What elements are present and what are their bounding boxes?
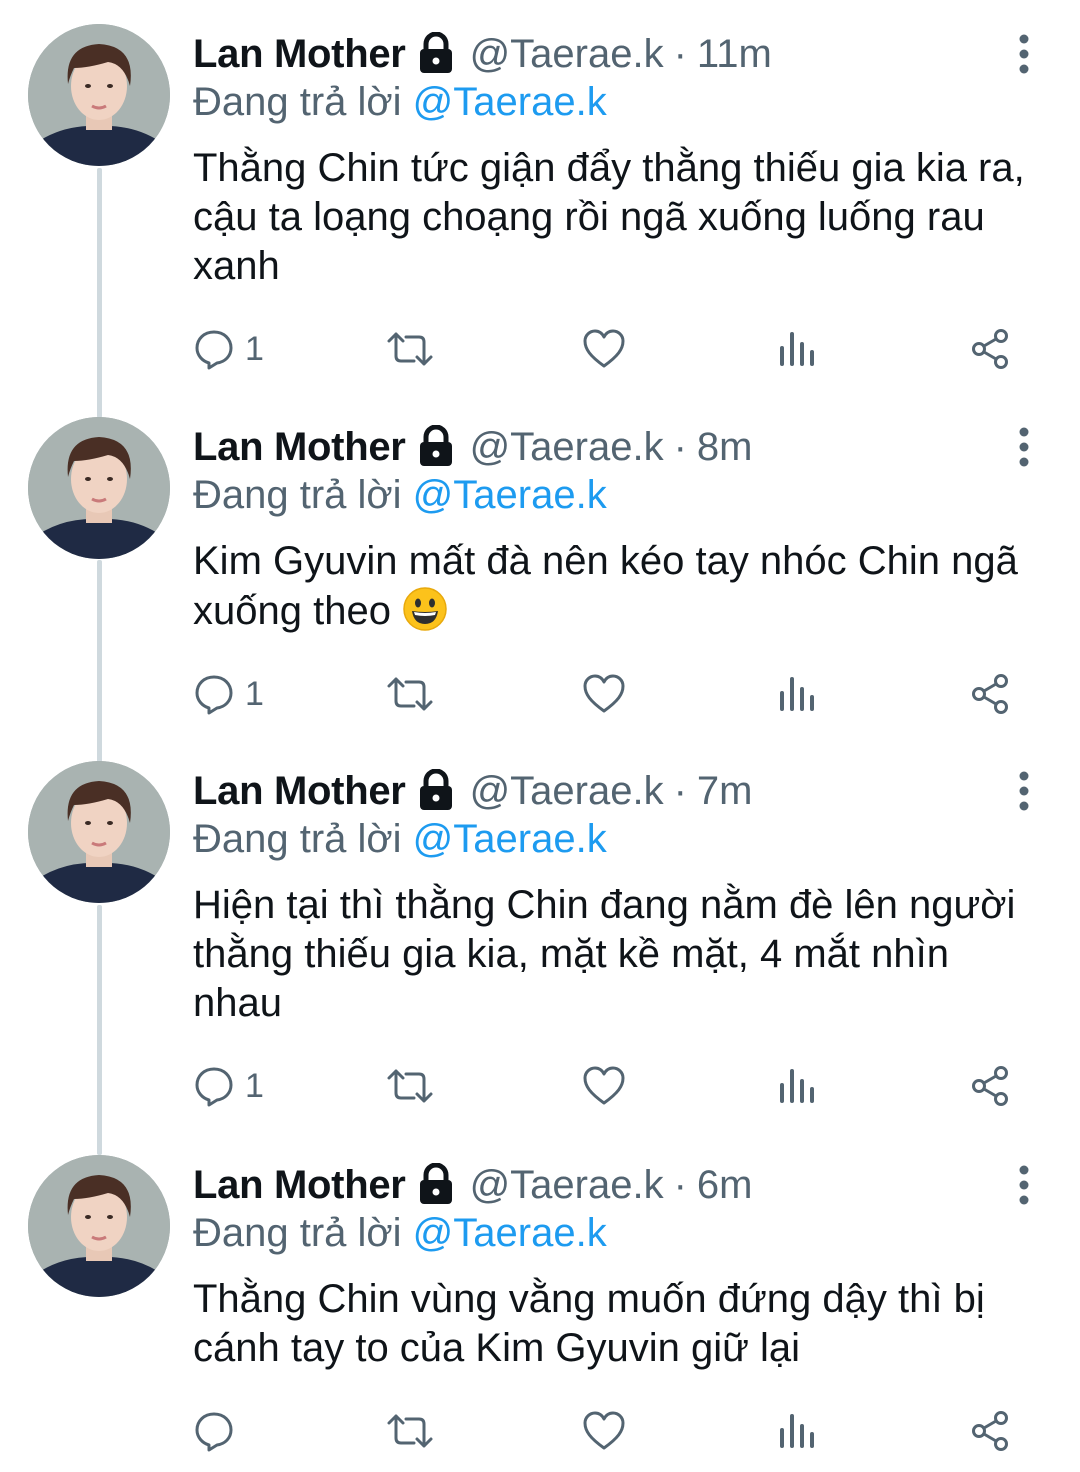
like-button[interactable] bbox=[582, 1061, 626, 1111]
views-button[interactable] bbox=[778, 1061, 816, 1111]
like-button[interactable] bbox=[582, 669, 626, 719]
retweet-button[interactable] bbox=[386, 324, 434, 374]
author-name[interactable]: Lan Mother bbox=[193, 425, 406, 470]
replying-prefix: Đang trả lời bbox=[193, 80, 402, 124]
heart-icon bbox=[582, 1410, 626, 1452]
avatar[interactable] bbox=[28, 417, 170, 559]
author-name[interactable]: Lan Mother bbox=[193, 1163, 406, 1208]
avatar[interactable] bbox=[28, 1155, 170, 1297]
like-button[interactable] bbox=[582, 1406, 626, 1456]
heart-icon bbox=[582, 1065, 626, 1107]
share-button[interactable] bbox=[970, 1406, 1012, 1456]
lock-icon bbox=[416, 1162, 456, 1207]
timestamp[interactable]: 8m bbox=[697, 425, 753, 470]
more-vertical-icon[interactable] bbox=[1014, 34, 1034, 74]
retweet-button[interactable] bbox=[386, 1406, 434, 1456]
replying-to: Đang trả lời @Taerae.k bbox=[193, 1211, 607, 1256]
share-icon bbox=[970, 1410, 1012, 1452]
views-button[interactable] bbox=[778, 324, 816, 374]
tweet[interactable]: Lan Mother @Taerae.k · 6m Đang trả lời @… bbox=[0, 1131, 1080, 1472]
separator-dot: · bbox=[673, 424, 687, 469]
tweet-text: Hiện tại thì thằng Chin đang nằm đè lên … bbox=[193, 883, 1016, 1025]
share-icon bbox=[970, 328, 1012, 370]
tweet-text-body: Kim Gyuvin mất đà nên kéo tay nhóc Chin … bbox=[193, 539, 1018, 633]
more-vertical-icon[interactable] bbox=[1014, 771, 1034, 811]
replying-to: Đang trả lời @Taerae.k bbox=[193, 80, 607, 125]
avatar[interactable] bbox=[28, 761, 170, 903]
author-handle[interactable]: @Taerae.k bbox=[470, 32, 664, 77]
more-vertical-icon[interactable] bbox=[1014, 427, 1034, 467]
reply-count: 1 bbox=[245, 674, 264, 713]
analytics-icon bbox=[778, 1410, 816, 1452]
author-handle[interactable]: @Taerae.k bbox=[470, 425, 664, 470]
share-icon bbox=[970, 673, 1012, 715]
retweet-button[interactable] bbox=[386, 1061, 434, 1111]
author-name[interactable]: Lan Mother bbox=[193, 32, 406, 77]
author-handle[interactable]: @Taerae.k bbox=[470, 1163, 664, 1208]
views-button[interactable] bbox=[778, 1406, 816, 1456]
reply-button[interactable]: 1 bbox=[193, 1061, 264, 1111]
analytics-icon bbox=[778, 673, 816, 715]
retweet-icon bbox=[386, 673, 434, 715]
action-bar: 1 bbox=[0, 324, 1080, 374]
share-button[interactable] bbox=[970, 669, 1012, 719]
replying-prefix: Đang trả lời bbox=[193, 1211, 402, 1255]
reply-button[interactable]: 1 bbox=[193, 324, 264, 374]
mention-link[interactable]: @Taerae.k bbox=[413, 473, 607, 517]
more-vertical-icon[interactable] bbox=[1014, 1165, 1034, 1205]
reply-button[interactable]: 1 bbox=[193, 669, 264, 719]
retweet-icon bbox=[386, 328, 434, 370]
reply-icon bbox=[193, 328, 235, 370]
action-bar: 1 bbox=[0, 669, 1080, 719]
author-handle[interactable]: @Taerae.k bbox=[470, 769, 664, 814]
reply-icon bbox=[193, 1065, 235, 1107]
action-bar: 1 bbox=[0, 1061, 1080, 1111]
analytics-icon bbox=[778, 328, 816, 370]
heart-icon bbox=[582, 673, 626, 715]
tweet-text: Thằng Chin tức giận đẩy thằng thiếu gia … bbox=[193, 146, 1025, 288]
mention-link[interactable]: @Taerae.k bbox=[413, 817, 607, 861]
tweet-text: Thằng Chin vùng vằng muốn đứng dậy thì b… bbox=[193, 1277, 985, 1370]
reply-icon bbox=[193, 673, 235, 715]
grinning-face-emoji bbox=[402, 586, 448, 632]
separator-dot: · bbox=[673, 768, 687, 813]
replying-prefix: Đang trả lời bbox=[193, 817, 402, 861]
reply-count: 1 bbox=[245, 1066, 264, 1105]
timestamp[interactable]: 11m bbox=[697, 32, 772, 77]
share-button[interactable] bbox=[970, 1061, 1012, 1111]
retweet-button[interactable] bbox=[386, 669, 434, 719]
reply-icon bbox=[193, 1410, 235, 1452]
reply-button[interactable] bbox=[193, 1406, 245, 1456]
retweet-icon bbox=[386, 1065, 434, 1107]
separator-dot: · bbox=[673, 1162, 687, 1207]
lock-icon bbox=[416, 768, 456, 813]
replying-to: Đang trả lời @Taerae.k bbox=[193, 817, 607, 862]
separator-dot: · bbox=[673, 31, 687, 76]
like-button[interactable] bbox=[582, 324, 626, 374]
retweet-icon bbox=[386, 1410, 434, 1452]
tweet[interactable]: Lan Mother @Taerae.k · 7m Đang trả lời @… bbox=[0, 737, 1080, 1131]
analytics-icon bbox=[778, 1065, 816, 1107]
timestamp[interactable]: 6m bbox=[697, 1163, 753, 1208]
share-icon bbox=[970, 1065, 1012, 1107]
timestamp[interactable]: 7m bbox=[697, 769, 753, 814]
lock-icon bbox=[416, 31, 456, 76]
avatar[interactable] bbox=[28, 24, 170, 166]
lock-icon bbox=[416, 424, 456, 469]
views-button[interactable] bbox=[778, 669, 816, 719]
mention-link[interactable]: @Taerae.k bbox=[413, 1211, 607, 1255]
heart-icon bbox=[582, 328, 626, 370]
share-button[interactable] bbox=[970, 324, 1012, 374]
mention-link[interactable]: @Taerae.k bbox=[413, 80, 607, 124]
action-bar bbox=[0, 1406, 1080, 1456]
tweet-text: Kim Gyuvin mất đà nên kéo tay nhóc Chin … bbox=[193, 537, 1033, 636]
tweet[interactable]: Lan Mother @Taerae.k · 11m Đang trả lời … bbox=[0, 0, 1080, 392]
tweet[interactable]: Lan Mother @Taerae.k · 8m Đang trả lời @… bbox=[0, 393, 1080, 738]
reply-count: 1 bbox=[245, 329, 264, 368]
replying-to: Đang trả lời @Taerae.k bbox=[193, 473, 607, 518]
replying-prefix: Đang trả lời bbox=[193, 473, 402, 517]
author-name[interactable]: Lan Mother bbox=[193, 769, 406, 814]
